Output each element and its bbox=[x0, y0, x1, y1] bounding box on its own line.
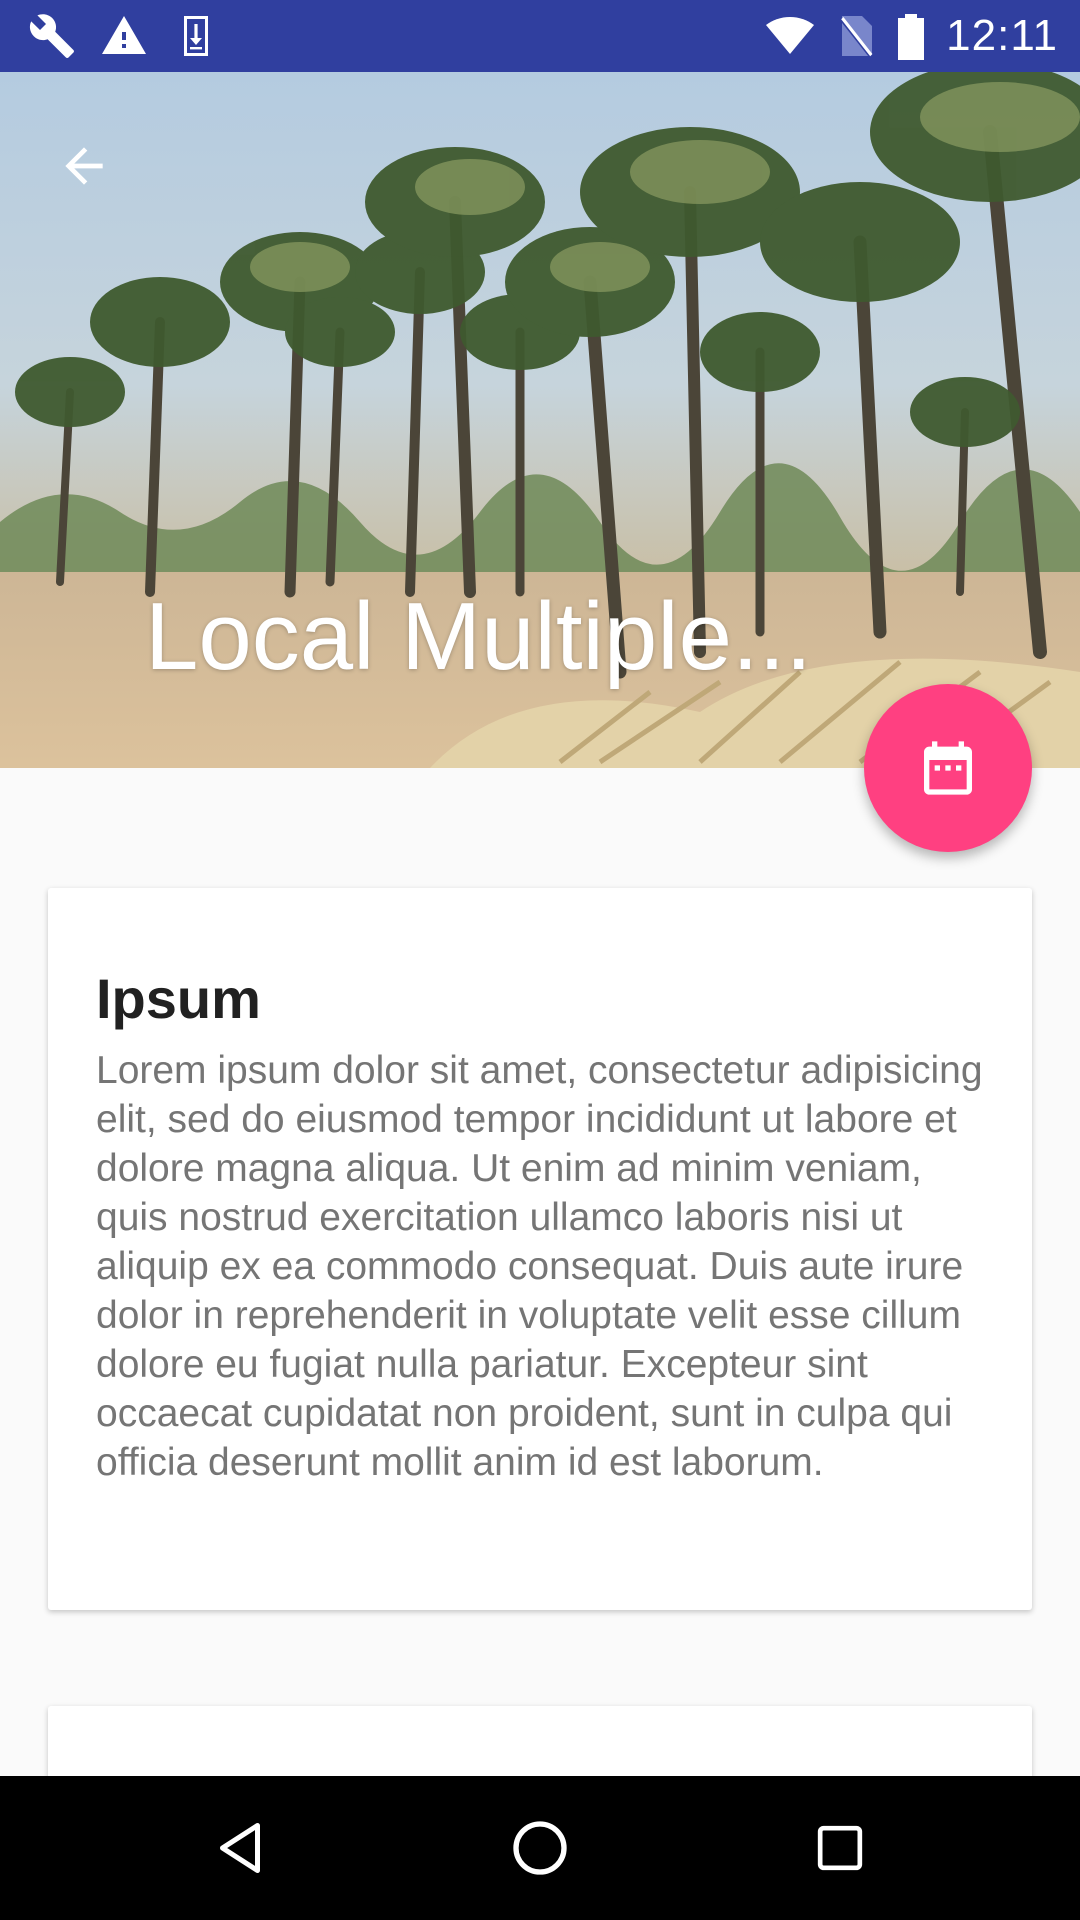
card-body-text: Lorem ipsum dolor sit amet, consectetur … bbox=[96, 1049, 983, 1484]
notification-icons bbox=[28, 12, 244, 60]
warning-icon bbox=[100, 12, 148, 60]
download-icon bbox=[172, 12, 220, 60]
wrench-icon bbox=[28, 12, 76, 60]
wifi-icon bbox=[764, 12, 816, 60]
nav-recents-button[interactable] bbox=[800, 1808, 880, 1888]
header-image: Local Multiple... bbox=[0, 72, 1080, 768]
navigation-bar bbox=[0, 1776, 1080, 1920]
card-title: Ipsum bbox=[96, 967, 261, 1030]
battery-icon bbox=[896, 12, 926, 60]
back-button[interactable] bbox=[40, 122, 128, 210]
status-bar: 12:11 bbox=[0, 0, 1080, 72]
nav-back-button[interactable] bbox=[200, 1808, 280, 1888]
nav-home-button[interactable] bbox=[500, 1808, 580, 1888]
toolbar-title: Local Multiple... bbox=[145, 583, 812, 690]
status-time: 12:11 bbox=[946, 11, 1058, 60]
home-circle-icon bbox=[513, 1821, 567, 1875]
system-icons: 12:11 bbox=[746, 11, 1058, 60]
no-sim-icon bbox=[834, 12, 878, 60]
calendar-icon bbox=[924, 741, 972, 795]
recents-square-icon bbox=[817, 1825, 863, 1871]
calendar-fab-button[interactable] bbox=[864, 684, 1032, 852]
content-card: Ipsum Lorem ipsum dolor sit amet, consec… bbox=[48, 888, 1032, 1610]
arrow-back-icon bbox=[65, 147, 103, 185]
back-triangle-icon bbox=[220, 1823, 260, 1873]
